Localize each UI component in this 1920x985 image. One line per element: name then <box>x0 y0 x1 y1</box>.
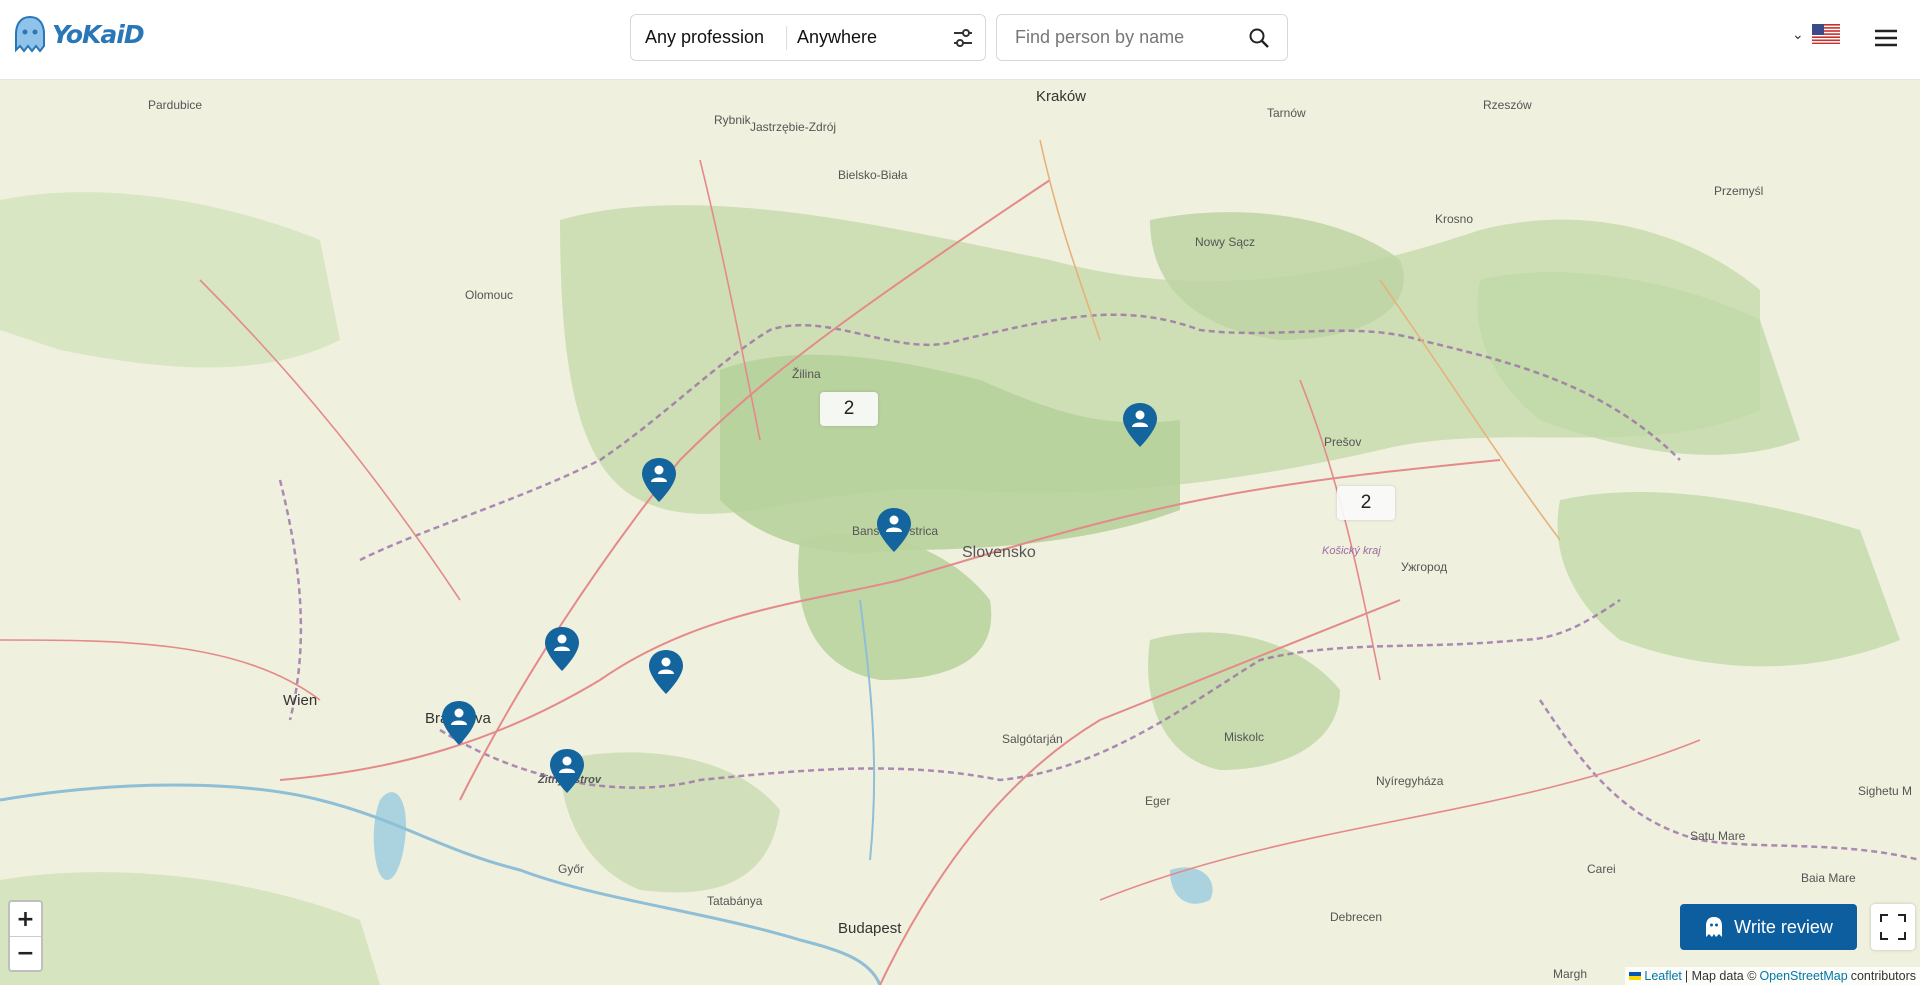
city-label: Rybnik <box>714 113 751 127</box>
marker-cluster[interactable]: 2 <box>1337 486 1395 520</box>
city-label: Nowy Sącz <box>1195 235 1256 249</box>
person-marker-icon[interactable] <box>549 748 585 794</box>
person-marker-icon[interactable] <box>876 507 912 553</box>
region-label: Košický kraj <box>1322 545 1381 557</box>
city-label: Kraków <box>1036 88 1087 105</box>
zoom-in-button[interactable]: + <box>10 902 41 936</box>
location-filter[interactable]: Anywhere <box>787 27 941 48</box>
map[interactable]: Kraków Wien Bratislava Budapest Banská B… <box>0 80 1920 985</box>
ghost-logo-icon <box>15 15 45 53</box>
map-tiles <box>0 80 1920 985</box>
city-label: Tatabánya <box>707 894 763 908</box>
chevron-down-icon: ⌄ <box>1792 25 1804 42</box>
city-label: Rzeszów <box>1483 98 1532 112</box>
person-marker-icon[interactable] <box>648 649 684 695</box>
country-label: Slovensko <box>962 544 1036 561</box>
city-label: Bielsko-Biała <box>838 168 908 182</box>
logo[interactable]: YoKaiD <box>10 14 145 54</box>
city-label: Miskolc <box>1224 730 1265 744</box>
city-label: Debrecen <box>1330 910 1383 924</box>
ghost-icon <box>1706 917 1723 937</box>
person-marker-icon[interactable] <box>641 457 677 503</box>
city-label: Budapest <box>838 920 902 937</box>
city-label: Tarnów <box>1267 106 1306 120</box>
attribution-text: | Map data © <box>1684 969 1757 983</box>
logo-text: YoKaiD <box>52 19 145 49</box>
fullscreen-button[interactable] <box>1871 904 1915 950</box>
zoom-control: + − <box>8 900 43 972</box>
city-label: Satu Mare <box>1690 829 1746 843</box>
fullscreen-icon <box>1880 914 1906 940</box>
leaflet-link[interactable]: Leaflet <box>1644 969 1682 983</box>
us-flag-icon <box>1811 24 1840 44</box>
city-label: Salgótarján <box>1002 732 1063 746</box>
filter-bar[interactable]: Any profession Anywhere <box>630 14 986 61</box>
write-review-label: Write review <box>1734 916 1833 937</box>
ukraine-flag-icon <box>1629 972 1642 980</box>
city-label: Sighetu M <box>1858 784 1913 798</box>
city-label: Carei <box>1587 862 1616 876</box>
city-label: Győr <box>558 862 585 876</box>
city-label: Pardubice <box>148 98 203 112</box>
city-label: Eger <box>1145 794 1171 808</box>
city-label: Krosno <box>1435 212 1474 226</box>
city-label: Olomouc <box>465 288 514 302</box>
attribution-contributors: contributors <box>1850 969 1916 983</box>
zoom-out-button[interactable]: − <box>10 936 41 970</box>
person-marker-icon[interactable] <box>441 700 477 746</box>
city-label: Nyíregyháza <box>1376 774 1444 788</box>
city-label: Baia Mare <box>1801 871 1856 885</box>
city-label: Margh <box>1553 967 1588 981</box>
city-label: Žilina <box>792 367 821 381</box>
person-marker-icon[interactable] <box>544 626 580 672</box>
search-icon[interactable] <box>1237 16 1281 60</box>
search-bar <box>996 14 1288 61</box>
person-marker-icon[interactable] <box>1122 402 1158 448</box>
profession-filter[interactable]: Any profession <box>631 27 786 48</box>
city-label: Przemyśl <box>1714 184 1764 198</box>
search-input[interactable] <box>997 27 1237 48</box>
city-label: Jastrzębie-Zdrój <box>750 120 837 134</box>
osm-link[interactable]: OpenStreetMap <box>1759 969 1847 983</box>
hamburger-menu-icon[interactable] <box>1872 24 1900 52</box>
city-label: Wien <box>283 692 318 709</box>
sliders-icon[interactable] <box>941 16 985 60</box>
city-label: Ужгород <box>1401 560 1448 574</box>
city-label: Prešov <box>1324 435 1362 449</box>
map-attribution: Leaflet | Map data © OpenStreetMap contr… <box>1625 967 1920 985</box>
language-selector[interactable]: ⌄ <box>1792 24 1840 44</box>
write-review-button[interactable]: Write review <box>1680 904 1857 950</box>
marker-cluster[interactable]: 2 <box>820 392 878 426</box>
top-header: YoKaiD Any profession Anywhere ⌄ <box>0 0 1920 80</box>
